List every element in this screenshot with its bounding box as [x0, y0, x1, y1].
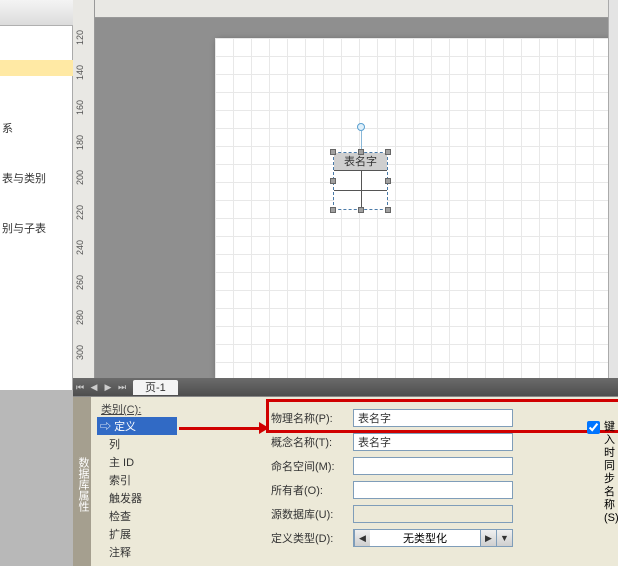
owner-label: 所有者(O): [271, 482, 353, 498]
definition-form: 物理名称(P): 概念名称(T): 命名空间(M): 所有者(O): 源数据库(… [271, 407, 610, 556]
resize-handle[interactable] [358, 207, 364, 213]
connector-handle[interactable] [357, 123, 365, 131]
tab-last-icon[interactable]: ⏭ [115, 380, 129, 394]
resize-handle[interactable] [330, 149, 336, 155]
tree-item[interactable]: 触发器 [109, 489, 177, 507]
definition-type-combo[interactable]: ◀ 无类型化 ▶ ▼ [353, 529, 513, 547]
tab-first-icon[interactable]: ⏮ [73, 380, 87, 394]
physical-name-input[interactable] [353, 409, 513, 427]
entity-body[interactable] [334, 171, 387, 209]
tree-item[interactable]: 索引 [109, 471, 177, 489]
stencil-toolbar [0, 0, 73, 26]
stencil-item[interactable]: 别与子表 [0, 220, 68, 236]
combo-dropdown-icon[interactable]: ▼ [496, 530, 512, 546]
annotation-arrow [179, 421, 269, 435]
tree-item-definition[interactable]: ⇨ 定义 [97, 417, 177, 435]
stencil-item[interactable]: 系 [0, 120, 68, 136]
stencil-list: 系 表与类别 别与子表 [0, 120, 68, 270]
tree-item[interactable]: 列 [109, 435, 177, 453]
resize-handle[interactable] [358, 149, 364, 155]
namespace-input[interactable] [353, 457, 513, 475]
resize-handle[interactable] [330, 207, 336, 213]
combo-prev-icon[interactable]: ◀ [354, 530, 370, 546]
resize-handle[interactable] [385, 207, 391, 213]
resize-handle[interactable] [330, 178, 336, 184]
tree-item[interactable]: 检查 [109, 507, 177, 525]
resize-handle[interactable] [385, 149, 391, 155]
tab-prev-icon[interactable]: ◀ [87, 380, 101, 394]
definition-type-value: 无类型化 [370, 530, 480, 546]
properties-side-tab[interactable]: 数据库属性 [73, 397, 91, 566]
category-tree[interactable]: ⇨ 定义 列 主 ID 索引 触发器 检查 扩展 注释 [97, 417, 177, 557]
concept-name-input[interactable] [353, 433, 513, 451]
vertical-scrollbar[interactable] [608, 0, 618, 390]
stencil-item[interactable]: 表与类别 [0, 170, 68, 186]
stencil-selected-item[interactable] [0, 60, 73, 76]
tree-item[interactable]: 注释 [109, 543, 177, 561]
category-label: 类别(C): [101, 401, 141, 417]
stencil-panel: 系 表与类别 别与子表 [0, 0, 73, 390]
tree-item[interactable]: 扩展 [109, 525, 177, 543]
entity-title[interactable]: 表名字 [334, 153, 387, 171]
sync-checkbox-label: 键入时同步名称(S) [604, 421, 618, 525]
horizontal-ruler [95, 0, 618, 18]
owner-input[interactable] [353, 481, 513, 499]
definition-type-label: 定义类型(D): [271, 530, 353, 546]
vertical-ruler: 300 280 260 240 220 200 180 160 140 120 [73, 0, 95, 390]
source-db-input [353, 505, 513, 523]
combo-next-icon[interactable]: ▶ [480, 530, 496, 546]
resize-handle[interactable] [385, 178, 391, 184]
database-properties-panel: 数据库属性 类别(C): ⇨ 定义 列 主 ID 索引 触发器 检查 扩展 注释… [73, 396, 618, 566]
sync-names-checkbox[interactable]: 键入时同步名称(S) [587, 421, 618, 525]
tab-next-icon[interactable]: ▶ [101, 380, 115, 394]
table-entity-shape[interactable]: 表名字 [333, 152, 388, 210]
page-tab[interactable]: 页-1 [133, 380, 178, 395]
concept-name-label: 概念名称(T): [271, 434, 353, 450]
namespace-label: 命名空间(M): [271, 458, 353, 474]
physical-name-label: 物理名称(P): [271, 410, 353, 426]
page-tab-bar: ⏮ ◀ ▶ ⏭ 页-1 [73, 378, 618, 396]
canvas-area[interactable]: 表名字 [95, 18, 608, 380]
tree-item[interactable]: 主 ID [109, 453, 177, 471]
drawing-page[interactable]: 表名字 [215, 38, 615, 378]
source-db-label: 源数据库(U): [271, 506, 353, 522]
sync-checkbox-input[interactable] [587, 421, 600, 434]
